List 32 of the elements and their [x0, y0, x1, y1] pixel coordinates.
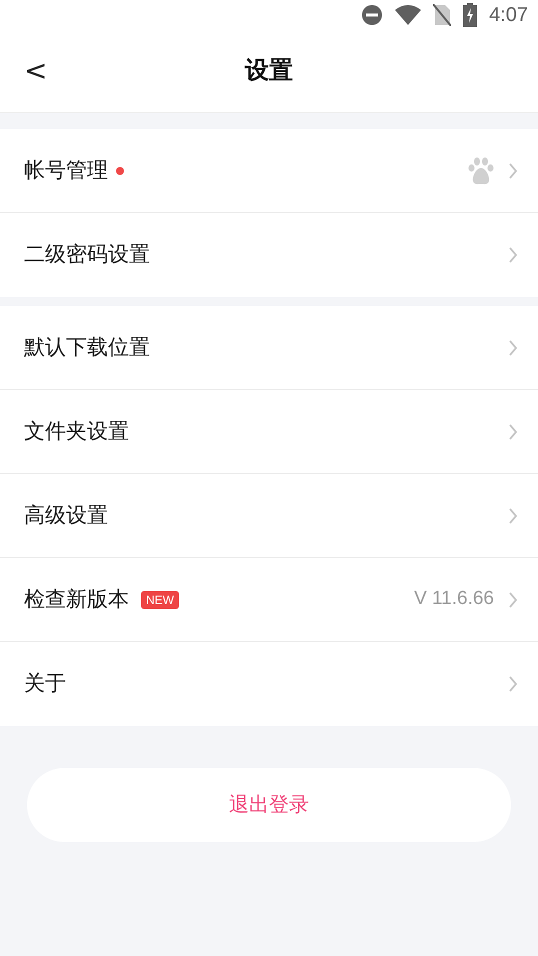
settings-row[interactable]: 二级密码设置	[0, 213, 538, 297]
paw-icon	[468, 156, 494, 184]
page-title: 设置	[245, 56, 293, 86]
row-label: 高级设置	[24, 502, 108, 529]
chevron-right-icon	[508, 338, 518, 356]
back-button[interactable]: <	[24, 57, 48, 85]
chevron-right-icon	[508, 162, 518, 180]
row-label: 文件夹设置	[24, 418, 129, 445]
wifi-icon	[395, 5, 422, 25]
row-label: 二级密码设置	[24, 242, 150, 268]
settings-row[interactable]: 帐号管理	[0, 129, 538, 213]
no-sim-icon	[433, 4, 452, 26]
chevron-right-icon	[508, 506, 518, 524]
settings-row[interactable]: 关于	[0, 642, 538, 726]
chevron-right-icon	[508, 246, 518, 264]
row-label: 关于	[24, 671, 66, 698]
settings-row[interactable]: 高级设置	[0, 474, 538, 558]
logout-button[interactable]: 退出登录	[27, 768, 511, 842]
chevron-right-icon	[508, 590, 518, 608]
row-label: 默认下载位置	[24, 334, 150, 361]
row-label: 帐号管理	[24, 158, 108, 184]
chevron-right-icon	[508, 675, 518, 693]
settings-row[interactable]: 检查新版本 NEW V 11.6.66	[0, 558, 538, 642]
settings-row[interactable]: 文件夹设置	[0, 390, 538, 474]
new-tag: NEW	[141, 590, 179, 608]
settings-row[interactable]: 默认下载位置	[0, 306, 538, 390]
row-label: 检查新版本	[24, 586, 129, 613]
version-text: V 11.6.66	[414, 587, 494, 612]
do-not-disturb-icon	[361, 4, 384, 26]
chevron-right-icon	[508, 422, 518, 440]
status-time: 4:07	[489, 3, 528, 28]
battery-charging-icon	[463, 3, 478, 27]
